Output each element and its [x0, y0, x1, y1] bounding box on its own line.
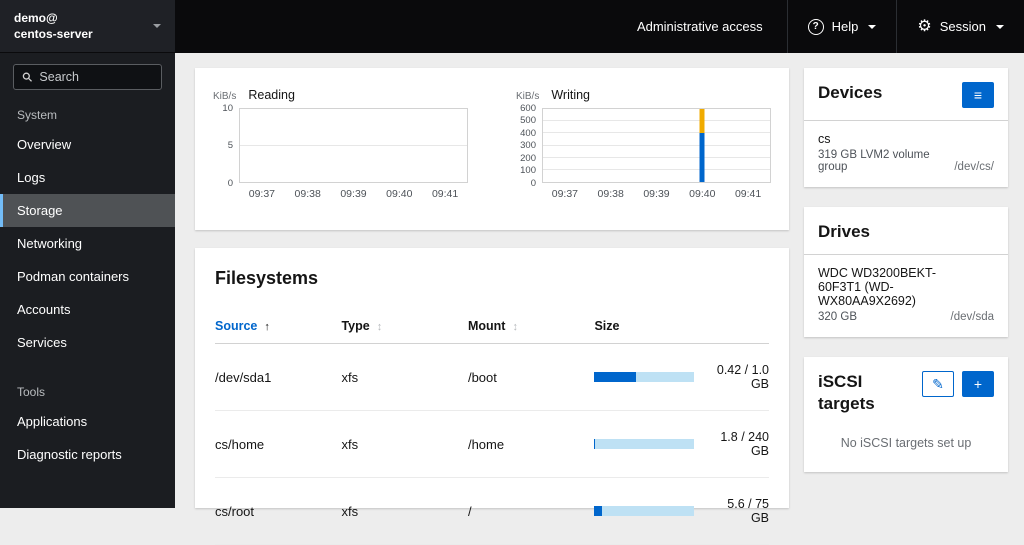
column-header-mount[interactable]: Mount ↕ [468, 311, 594, 343]
fs-type: xfs [341, 369, 359, 385]
fs-size: 0.42 / 1.0 GB [716, 363, 769, 391]
pencil-icon: ✎ [932, 375, 944, 392]
filesystems-table-header: Source ↑ Type ↕ Mount ↕ Size [215, 311, 769, 344]
hamburger-icon: ≡ [973, 87, 983, 103]
cockpit-app: demo@ centos-server Administrative acces… [0, 0, 1024, 545]
storage-page: KiB/s Reading 0 5 10 09:37 09:38 09:39 09:40 0… [175, 53, 1024, 545]
table-row[interactable]: cs/root xfs / 5.6 / 75 GB [215, 478, 769, 545]
fs-source: cs/home [215, 436, 265, 452]
reading-chart: KiB/s Reading 0 5 10 09:37 09:38 09:39 09:40 0… [211, 88, 468, 200]
chevron-down-icon [996, 24, 1004, 29]
host-switcher[interactable]: demo@ centos-server [0, 0, 175, 53]
drive-path: /dev/sda [950, 311, 994, 324]
plus-icon: + [973, 376, 983, 393]
devices-card: Devices ≡ cs 319 GB LVM2 volume group /d… [804, 68, 1008, 187]
host-name: centos-server [14, 27, 93, 41]
device-desc: 319 GB LVM2 volume group [818, 149, 930, 173]
sidebar-item-diagnostic-reports[interactable]: Diagnostic reports [0, 438, 175, 471]
fs-mount: /boot [467, 369, 497, 385]
reading-chart-plot [239, 108, 468, 183]
drives-title: Drives [818, 222, 870, 241]
table-row[interactable]: /dev/sda1 xfs /boot 0.42 / 1.0 GB [215, 344, 769, 411]
fs-mount: / [467, 503, 472, 519]
fs-mount: /home [467, 436, 505, 452]
iscsi-add-button[interactable]: + [962, 371, 994, 398]
drive-size: 320 GB [818, 311, 857, 324]
fs-type: xfs [341, 503, 359, 519]
sort-icon: ↕ [376, 321, 383, 333]
column-header-type[interactable]: Type ↕ [341, 311, 467, 343]
fs-source: cs/root [215, 503, 255, 519]
sort-asc-icon: ↑ [264, 321, 270, 333]
drive-name: WDC WD3200BEKT-60F3T1 (WD-WX80AA9X2692) [818, 266, 937, 309]
usage-bar [594, 372, 695, 382]
reading-chart-title: Reading [248, 88, 295, 102]
devices-title: Devices [818, 83, 883, 102]
sidebar-item-accounts[interactable]: Accounts [0, 293, 175, 326]
iscsi-edit-button[interactable]: ✎ [922, 371, 954, 398]
fs-type: xfs [341, 436, 359, 452]
list-item[interactable]: WDC WD3200BEKT-60F3T1 (WD-WX80AA9X2692) … [818, 255, 994, 323]
writing-chart-title: Writing [551, 88, 591, 102]
chevron-down-icon [868, 24, 877, 29]
chevron-down-icon [153, 24, 161, 28]
writing-chart-yaxis: 0 100 200 300 400 500 600 [520, 102, 536, 189]
column-header-source[interactable]: Source ↑ [215, 311, 341, 343]
table-row[interactable]: cs/home xfs /home 1.8 / 240 GB [215, 411, 769, 478]
sidebar-item-applications[interactable]: Applications [0, 405, 175, 438]
sidebar-section-tools: Tools [17, 385, 46, 399]
sidebar-item-storage[interactable]: Storage [0, 194, 175, 227]
help-icon: ? [807, 18, 824, 35]
column-header-size[interactable]: Size [594, 311, 769, 343]
gear-icon: ⚙ [917, 17, 932, 35]
reading-chart-yaxis: 0 5 10 [222, 102, 233, 189]
iscsi-targets-card: iSCSI targets ✎ + No iSCSI targets set u… [804, 357, 1008, 472]
iscsi-title: iSCSI targets [818, 372, 875, 413]
session-menu[interactable]: ⚙ Session [896, 0, 1024, 53]
io-charts-card: KiB/s Reading 0 5 10 09:37 09:38 09:39 09:40 0… [195, 68, 789, 230]
host-user: demo@ [14, 10, 58, 25]
list-item[interactable]: cs 319 GB LVM2 volume group /dev/cs/ [818, 121, 994, 173]
drives-card: Drives WDC WD3200BEKT-60F3T1 (WD-WX80AA9… [804, 207, 1008, 338]
sidebar-item-overview[interactable]: Overview [0, 128, 175, 161]
reading-chart-xaxis: 09:37 09:38 09:39 09:40 09:41 [248, 188, 459, 200]
sidebar-section-system: System [17, 108, 58, 122]
search-box[interactable] [13, 64, 162, 90]
search-icon [22, 72, 32, 82]
usage-bar [594, 439, 695, 449]
help-menu[interactable]: ? Help [786, 0, 897, 53]
sidebar-item-services[interactable]: Services [0, 326, 175, 359]
fs-size: 5.6 / 75 GB [727, 497, 769, 525]
writing-chart-xaxis: 09:37 09:38 09:39 09:40 09:41 [551, 188, 762, 200]
device-path: /dev/cs/ [954, 161, 994, 173]
filesystems-title: Filesystems [215, 268, 319, 288]
sidebar-item-logs[interactable]: Logs [0, 161, 175, 194]
masthead: demo@ centos-server Administrative acces… [0, 0, 1024, 53]
sidebar-item-podman-containers[interactable]: Podman containers [0, 260, 175, 293]
fs-size: 1.8 / 240 GB [720, 430, 769, 458]
sort-icon: ↕ [512, 321, 518, 333]
sidebar: System Overview Logs Storage Networking … [0, 53, 175, 508]
fs-source: /dev/sda1 [215, 369, 272, 385]
filesystems-card: Filesystems Source↑ Type↕ Mount↕ Size [195, 248, 789, 545]
devices-menu-button[interactable]: ≡ [962, 82, 994, 108]
iscsi-empty-state: No iSCSI targets set up [840, 435, 972, 450]
sidebar-item-networking[interactable]: Networking [0, 227, 175, 260]
writing-chart: KiB/s Writing 0 100 200 300 400 500 600 09:37 0… [514, 88, 771, 200]
administrative-access-button[interactable]: Administrative access [613, 0, 787, 53]
writing-chart-plot [542, 108, 771, 183]
reading-chart-unit: KiB/s [213, 91, 237, 102]
device-name: cs [818, 132, 831, 146]
writing-chart-unit: KiB/s [516, 91, 540, 102]
search-input[interactable] [39, 70, 153, 84]
